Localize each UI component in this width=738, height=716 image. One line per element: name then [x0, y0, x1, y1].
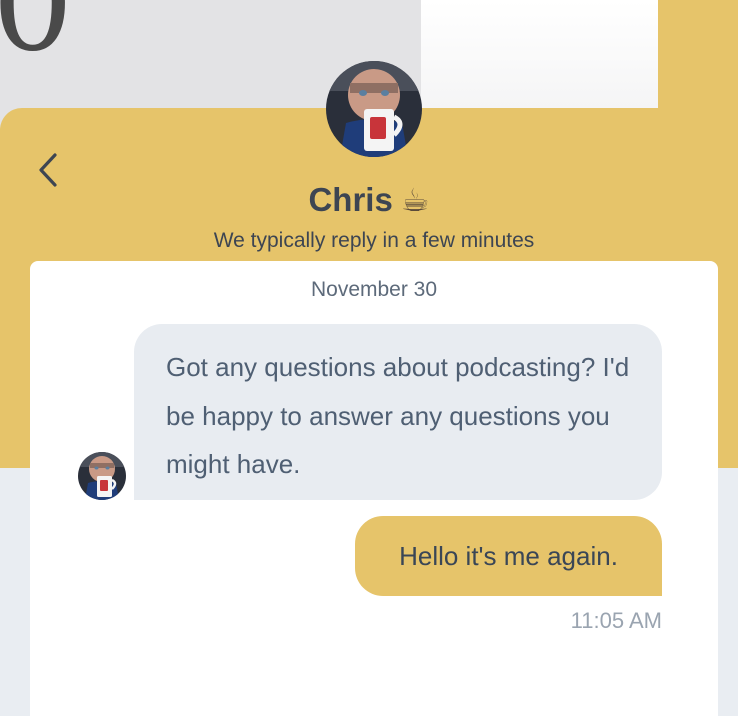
page: 0 Chris ☕ We typically reply in a few min… [0, 0, 738, 716]
incoming-message: Got any questions about podcasting? I'd … [134, 324, 662, 500]
coffee-icon: ☕ [400, 181, 430, 219]
agent-name: Chris [308, 181, 393, 218]
date-divider: November 30 [310, 278, 438, 301]
avatar-photo [78, 452, 126, 500]
agent-name-row: Chris ☕ [0, 178, 738, 222]
agent-avatar-small [78, 452, 126, 500]
background-glyph: 0 [0, 0, 74, 80]
agent-avatar [326, 61, 422, 157]
reply-time-text: We typically reply in a few minutes [213, 229, 535, 252]
avatar-photo [326, 61, 422, 157]
outgoing-message: Hello it's me again. [355, 516, 662, 596]
message-timestamp: 11:05 AM [570, 608, 662, 633]
